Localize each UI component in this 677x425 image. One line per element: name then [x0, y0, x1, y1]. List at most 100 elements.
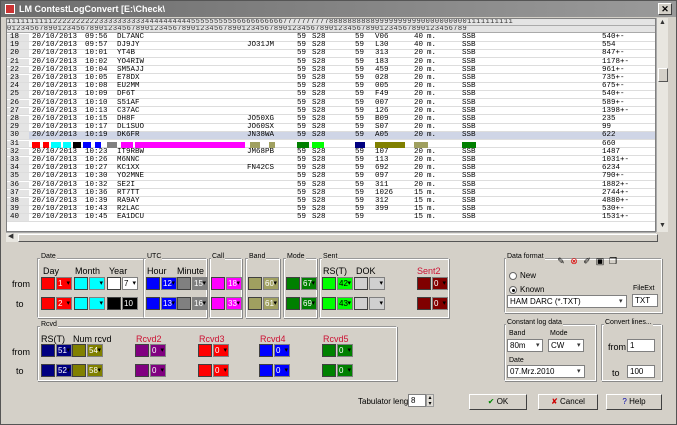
sent-rst-from-column-select[interactable]: 42 [337, 277, 353, 290]
rcvd4-from-color-swatch[interactable] [259, 344, 273, 357]
mode-to-column-select[interactable]: 69 [301, 297, 317, 310]
minute-from-column-select[interactable]: 15 [192, 277, 208, 290]
band-from-color-swatch[interactable] [248, 277, 262, 290]
num-rcvd-to-color-swatch[interactable] [72, 364, 86, 377]
tab-length-input[interactable]: 8 [408, 394, 426, 407]
rcvd3-to-column-select[interactable]: 0 [213, 364, 229, 377]
rcvd-rst-from-column-select[interactable]: 51 [56, 344, 72, 357]
close-icon[interactable]: ✕ [658, 3, 672, 15]
minute-from-color-swatch[interactable] [177, 277, 191, 290]
fileext-input[interactable]: TXT [632, 294, 658, 307]
scroll-thumb[interactable] [658, 68, 668, 82]
tab-length-spin[interactable]: ▴ ▾ [426, 394, 434, 407]
rcvd4-from-column-select[interactable]: 0 [274, 344, 290, 357]
const-date-input[interactable]: 07.Mrz.2010 [507, 365, 585, 378]
hour-from-column-select[interactable]: 12 [161, 277, 177, 290]
sent2-to-color-swatch[interactable] [417, 297, 431, 310]
month-to-color-swatch[interactable] [74, 297, 88, 310]
day-to-column-select[interactable]: 2 [56, 297, 72, 310]
hour-from-color-swatch[interactable] [146, 277, 160, 290]
year-from-color-swatch[interactable] [107, 277, 121, 290]
convert-from-input[interactable]: 1 [627, 339, 655, 352]
cancel-button[interactable]: ✘ Cancel [538, 394, 598, 410]
year-to-column-select[interactable]: 10 [122, 297, 138, 310]
horizontal-scrollbar[interactable]: ◀ [6, 232, 658, 242]
call-from-column-select[interactable]: 18 [226, 277, 242, 290]
hour-to-column-select[interactable]: 13 [161, 297, 177, 310]
table-row[interactable]: 20 20/10/2013 10:01 YT4B 59 S28 59 313 20 m. SSB 84… [7, 50, 655, 58]
scroll-up-icon[interactable]: ▲ [659, 19, 666, 27]
num-rcvd-to-column-select[interactable]: 58 [87, 364, 103, 377]
table-row[interactable]: 40 20/10/2013 10:45 EA1DCU 59 S28 59 15 m. SSB 153… [7, 214, 655, 222]
ok-button[interactable]: ✔ OK [469, 394, 527, 410]
rcvd-rst-to-column-select[interactable]: 52 [56, 364, 72, 377]
const-band-dropdown-icon[interactable]: ▾ [536, 342, 540, 350]
dok-from-color-swatch[interactable] [354, 277, 368, 290]
rcvd2-to-color-swatch[interactable] [135, 364, 149, 377]
scroll-down-icon[interactable]: ▼ [659, 222, 666, 230]
rcvd3-from-color-swatch[interactable] [198, 344, 212, 357]
scroll-left-icon[interactable]: ◀ [8, 233, 13, 241]
dok-to-column-select[interactable] [369, 297, 385, 310]
rcvd2-from-column-select[interactable]: 0 [150, 344, 166, 357]
hscroll-thumb[interactable] [18, 234, 658, 242]
day-from-column-select[interactable]: 1 [56, 277, 72, 290]
mode-to-color-swatch[interactable] [286, 297, 300, 310]
known-radio[interactable] [509, 286, 517, 294]
call-to-color-swatch[interactable] [211, 297, 225, 310]
mode-from-color-swatch[interactable] [286, 277, 300, 290]
help-button[interactable]: ? Help [606, 394, 662, 410]
save-icon[interactable]: ▣ [595, 256, 605, 266]
rcvd2-from-color-swatch[interactable] [135, 344, 149, 357]
hour-to-color-swatch[interactable] [146, 297, 160, 310]
year-from-column-select[interactable]: 7 [122, 277, 138, 290]
delete-icon[interactable]: ⊗ [569, 256, 579, 266]
const-date-dropdown-icon[interactable]: ▾ [577, 368, 581, 376]
rcvd5-to-column-select[interactable]: 0 [337, 364, 353, 377]
sent2-from-color-swatch[interactable] [417, 277, 431, 290]
format-select[interactable]: HAM DARC (*.TXT) [507, 295, 627, 308]
day-to-color-swatch[interactable] [41, 297, 55, 310]
band-to-column-select[interactable]: 61 [263, 297, 279, 310]
mode-from-column-select[interactable]: 67 [301, 277, 317, 290]
sent-rst-from-color-swatch[interactable] [322, 277, 336, 290]
table-row[interactable]: 35 20/10/2013 10:30 YO2MNE 59 S28 59 097 20 m. SSB… [7, 173, 655, 181]
log-grid[interactable]: 1111111111222222222233333333334444444444… [6, 18, 656, 232]
call-from-color-swatch[interactable] [211, 277, 225, 290]
new-radio[interactable] [509, 272, 517, 280]
year-to-color-swatch[interactable] [107, 297, 121, 310]
convert-to-input[interactable]: 100 [627, 365, 655, 378]
rcvd5-to-color-swatch[interactable] [322, 364, 336, 377]
sent-rst-to-color-swatch[interactable] [322, 297, 336, 310]
num-rcvd-from-color-swatch[interactable] [72, 344, 86, 357]
sent-rst-to-column-select[interactable]: 43 [337, 297, 353, 310]
rcvd3-to-color-swatch[interactable] [198, 364, 212, 377]
day-from-color-swatch[interactable] [41, 277, 55, 290]
copy-icon[interactable]: ❐ [608, 256, 618, 266]
rcvd3-from-column-select[interactable]: 0 [213, 344, 229, 357]
sent2-to-column-select[interactable]: 0 [432, 297, 448, 310]
format-dropdown-icon[interactable]: ▾ [619, 298, 623, 306]
rcvd5-from-column-select[interactable]: 0 [337, 344, 353, 357]
call-to-column-select[interactable]: 33 [226, 297, 242, 310]
rcvd5-from-color-swatch[interactable] [322, 344, 336, 357]
rcvd4-to-column-select[interactable]: 0 [274, 364, 290, 377]
rcvd-rst-from-color-swatch[interactable] [41, 344, 55, 357]
minute-to-color-swatch[interactable] [177, 297, 191, 310]
edit-icon[interactable]: ✎ [556, 256, 566, 266]
const-mode-dropdown-icon[interactable]: ▾ [577, 342, 581, 350]
month-to-column-select[interactable] [89, 297, 105, 310]
table-row[interactable]: 25 20/10/2013 10:09 DF6T 59 S28 59 F49 20 m. SSB 54… [7, 91, 655, 99]
pencil-icon[interactable]: ✐ [582, 256, 592, 266]
dok-to-color-swatch[interactable] [354, 297, 368, 310]
table-row[interactable]: 30 20/10/2013 10:19 DK6FR JN38WA 59 S28 59 A05 20… [7, 132, 655, 140]
num-rcvd-from-column-select[interactable]: 54 [87, 344, 103, 357]
minute-to-column-select[interactable]: 16 [192, 297, 208, 310]
rcvd4-to-color-swatch[interactable] [259, 364, 273, 377]
vertical-scrollbar[interactable]: ▲ ▼ [656, 18, 668, 232]
rcvd2-to-column-select[interactable]: 0 [150, 364, 166, 377]
dok-from-column-select[interactable] [369, 277, 385, 290]
month-from-color-swatch[interactable] [74, 277, 88, 290]
band-to-color-swatch[interactable] [248, 297, 262, 310]
sent2-from-column-select[interactable]: 0 [432, 277, 448, 290]
